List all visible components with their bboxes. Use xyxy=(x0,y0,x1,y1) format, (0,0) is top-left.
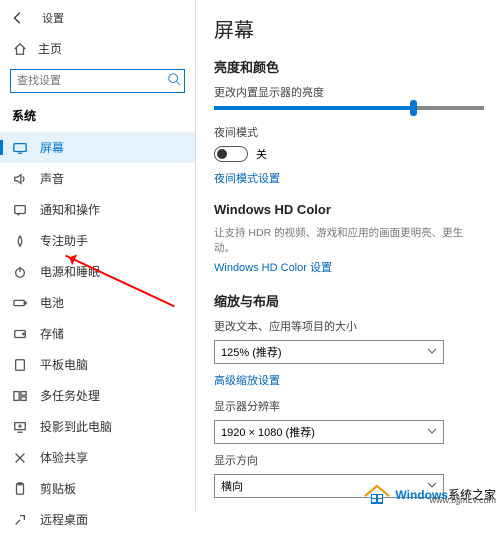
nav-remote[interactable]: 远程桌面 xyxy=(0,504,195,535)
nav-label: 平板电脑 xyxy=(40,356,88,373)
nav-label: 体验共享 xyxy=(40,449,88,466)
app-title: 设置 xyxy=(42,10,64,26)
chevron-down-icon xyxy=(427,480,437,493)
chevron-down-icon xyxy=(427,426,437,439)
resolution-select[interactable]: 1920 × 1080 (推荐) xyxy=(214,420,444,444)
brightness-label: 更改内置显示器的亮度 xyxy=(214,84,484,100)
night-mode-settings-link[interactable]: 夜间模式设置 xyxy=(214,170,484,186)
advanced-scale-link[interactable]: 高级缩放设置 xyxy=(214,372,484,388)
nav-sound[interactable]: 声音 xyxy=(0,163,195,194)
orientation-label: 显示方向 xyxy=(214,452,484,468)
night-mode-label: 夜间模式 xyxy=(214,124,484,140)
brightness-heading: 亮度和颜色 xyxy=(214,57,484,76)
search-input[interactable] xyxy=(10,69,185,93)
remote-icon xyxy=(12,512,28,528)
search-icon[interactable] xyxy=(167,72,181,91)
orientation-value: 横向 xyxy=(221,478,243,494)
back-button[interactable] xyxy=(8,8,28,28)
chevron-down-icon xyxy=(427,346,437,359)
notification-icon xyxy=(12,202,28,218)
nav-label: 存储 xyxy=(40,325,64,342)
nav-label: 电源和睡眠 xyxy=(40,263,100,280)
multitask-icon xyxy=(12,388,28,404)
scale-value: 125% (推荐) xyxy=(221,344,282,360)
nav-power[interactable]: 电源和睡眠 xyxy=(0,256,195,287)
tablet-icon xyxy=(12,357,28,373)
scale-section: 缩放与布局 更改文本、应用等项目的大小 125% (推荐) 高级缩放设置 显示器… xyxy=(214,291,484,498)
nav-battery[interactable]: 电池 xyxy=(0,287,195,318)
storage-icon xyxy=(12,326,28,342)
titlebar: 设置 xyxy=(0,6,195,34)
hd-settings-link[interactable]: Windows HD Color 设置 xyxy=(214,259,484,275)
home-link[interactable]: 主页 xyxy=(0,34,195,65)
project-icon xyxy=(12,419,28,435)
nav-notifications[interactable]: 通知和操作 xyxy=(0,194,195,225)
nav-label: 多任务处理 xyxy=(40,387,100,404)
hd-color-section: Windows HD Color 让支持 HDR 的视频、游戏和应用的画面更明亮… xyxy=(214,202,484,275)
orientation-select[interactable]: 横向 xyxy=(214,474,444,498)
resolution-value: 1920 × 1080 (推荐) xyxy=(221,424,315,440)
nav-label: 声音 xyxy=(40,170,64,187)
brightness-slider[interactable] xyxy=(214,106,484,110)
scale-heading: 缩放与布局 xyxy=(214,291,484,310)
shared-icon xyxy=(12,450,28,466)
nav-clipboard[interactable]: 剪贴板 xyxy=(0,473,195,504)
home-icon xyxy=(12,41,28,57)
nav-project[interactable]: 投影到此电脑 xyxy=(0,411,195,442)
nav-label: 专注助手 xyxy=(40,232,88,249)
nav-label: 剪贴板 xyxy=(40,480,76,497)
size-label: 更改文本、应用等项目的大小 xyxy=(214,318,484,334)
nav-label: 通知和操作 xyxy=(40,201,100,218)
resolution-label: 显示器分辨率 xyxy=(214,398,484,414)
hd-desc: 让支持 HDR 的视频、游戏和应用的画面更明亮、更生动。 xyxy=(214,225,484,255)
night-mode-toggle[interactable] xyxy=(214,146,248,162)
sound-icon xyxy=(12,171,28,187)
brightness-section: 亮度和颜色 更改内置显示器的亮度 夜间模式 关 夜间模式设置 xyxy=(214,57,484,186)
power-icon xyxy=(12,264,28,280)
hd-heading: Windows HD Color xyxy=(214,202,484,217)
nav-focus[interactable]: 专注助手 xyxy=(0,225,195,256)
clipboard-icon xyxy=(12,481,28,497)
nav-label: 远程桌面 xyxy=(40,511,88,528)
nav-display[interactable]: 屏幕 xyxy=(0,132,195,163)
content-pane: 屏幕 亮度和颜色 更改内置显示器的亮度 夜间模式 关 夜间模式设置 Window… xyxy=(195,0,500,510)
display-icon xyxy=(12,140,28,156)
nav-storage[interactable]: 存储 xyxy=(0,318,195,349)
scale-select[interactable]: 125% (推荐) xyxy=(214,340,444,364)
search-wrap xyxy=(10,69,185,93)
nav-tablet[interactable]: 平板电脑 xyxy=(0,349,195,380)
battery-icon xyxy=(12,295,28,311)
nav-label: 屏幕 xyxy=(40,139,64,156)
sidebar: 设置 主页 系统 屏幕 声音 通知和操作 专注助手 电源和睡眠 电池 存储 平板… xyxy=(0,0,195,510)
home-label: 主页 xyxy=(38,40,62,57)
nav-list: 屏幕 声音 通知和操作 专注助手 电源和睡眠 电池 存储 平板电脑 多任务处理 … xyxy=(0,132,195,535)
page-title: 屏幕 xyxy=(214,14,484,43)
focus-icon xyxy=(12,233,28,249)
nav-label: 电池 xyxy=(40,294,64,311)
toggle-state: 关 xyxy=(256,146,267,162)
nav-label: 投影到此电脑 xyxy=(40,418,112,435)
section-header: 系统 xyxy=(0,103,195,132)
nav-shared[interactable]: 体验共享 xyxy=(0,442,195,473)
nav-multitask[interactable]: 多任务处理 xyxy=(0,380,195,411)
